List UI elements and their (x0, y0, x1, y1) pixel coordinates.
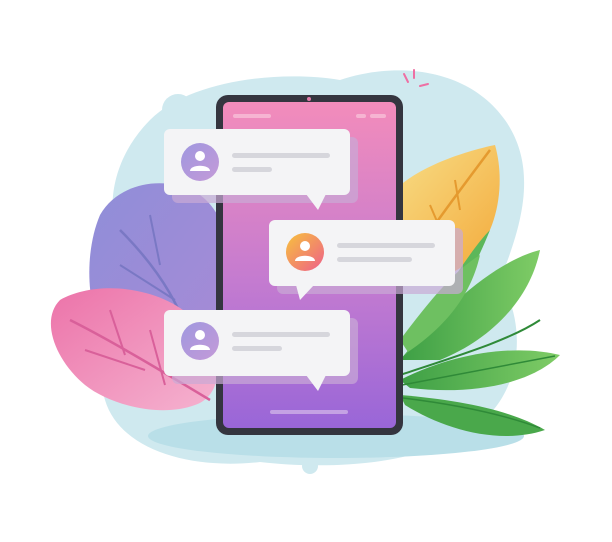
home-indicator (270, 410, 348, 414)
message-bubble (269, 220, 463, 300)
user-avatar-icon (181, 322, 219, 360)
message-text-line (232, 167, 272, 172)
message-text-line (232, 332, 330, 337)
message-text-line (337, 257, 412, 262)
message-text-line (337, 243, 435, 248)
message-bubble (164, 129, 358, 210)
message-text-line (232, 346, 282, 351)
illustration-svg (50, 69, 560, 474)
chat-illustration (0, 0, 612, 542)
message-bubble (164, 310, 358, 391)
status-bar-left (233, 114, 271, 118)
status-bar-right-1 (356, 114, 366, 118)
user-avatar-icon (181, 143, 219, 181)
message-text-line (232, 153, 330, 158)
status-bar-right-2 (370, 114, 386, 118)
user-avatar-icon (286, 233, 324, 271)
front-camera (307, 97, 311, 101)
